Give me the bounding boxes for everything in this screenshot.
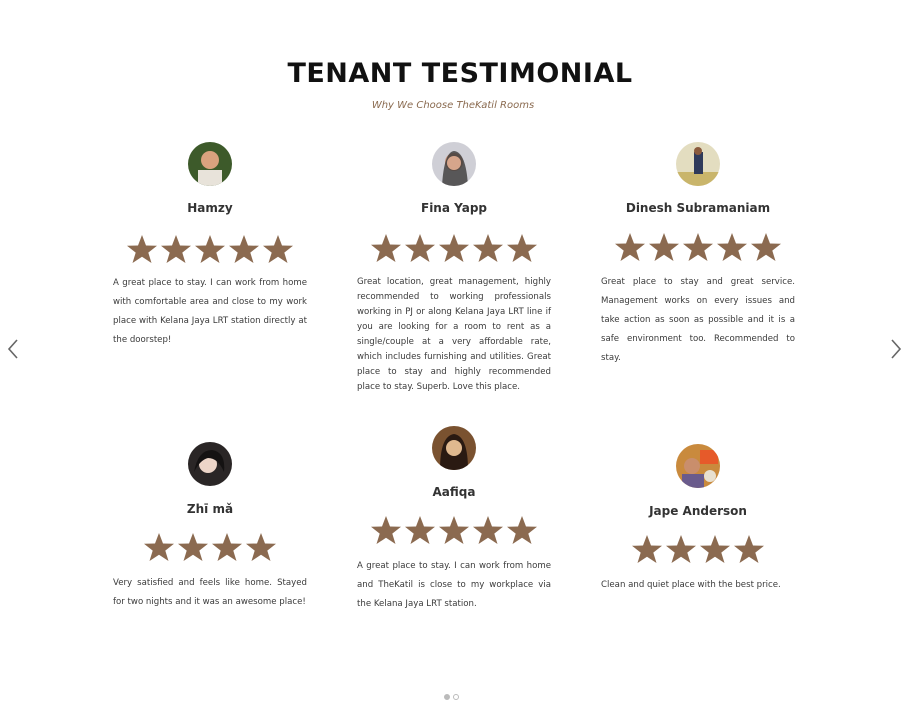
star-icon	[750, 232, 782, 262]
star-icon	[438, 233, 470, 263]
testimonial-text: Very satisfied and feels like home. Stay…	[113, 578, 307, 607]
reviewer-name: Jape Anderson	[649, 504, 747, 518]
star-icon	[614, 232, 646, 262]
reviewer-name: Zhī mǎ	[186, 502, 234, 516]
testimonial-text: A great place to stay. I can work from h…	[357, 561, 551, 609]
star-icon	[404, 233, 436, 263]
star-icon	[665, 534, 697, 564]
star-icon	[194, 234, 226, 264]
section-title: TENANT TESTIMONIAL	[287, 58, 633, 89]
star-icon	[472, 515, 504, 545]
section-subtitle: Why We Choose TheKatil Rooms	[371, 100, 535, 111]
avatar	[676, 142, 720, 186]
star-icon	[370, 233, 402, 263]
reviewer-name: Hamzy	[187, 201, 233, 215]
star-icon	[160, 234, 192, 264]
star-icon	[472, 233, 504, 263]
reviewer-name: Dinesh Subramaniam	[625, 201, 771, 215]
star-rating	[113, 234, 307, 268]
pagination-dot[interactable]	[444, 694, 450, 700]
star-icon	[733, 534, 765, 564]
star-icon	[143, 532, 175, 562]
star-rating	[113, 532, 307, 566]
prev-arrow-icon[interactable]	[4, 338, 24, 360]
reviewer-name: Aafiqa	[432, 485, 476, 499]
pagination-dot[interactable]	[453, 694, 459, 700]
testimonial-text: Great place to stay and great service. M…	[601, 277, 795, 363]
star-rating	[601, 534, 795, 568]
star-icon	[699, 534, 731, 564]
avatar	[188, 142, 232, 186]
star-icon	[682, 232, 714, 262]
star-icon	[404, 515, 436, 545]
star-icon	[648, 232, 680, 262]
avatar	[188, 442, 232, 486]
next-arrow-icon[interactable]	[886, 338, 906, 360]
carousel-pagination	[444, 685, 462, 704]
star-icon	[370, 515, 402, 545]
star-icon	[506, 233, 538, 263]
avatar	[676, 444, 720, 488]
star-icon	[631, 534, 663, 564]
star-icon	[245, 532, 277, 562]
star-icon	[716, 232, 748, 262]
star-icon	[506, 515, 538, 545]
star-icon	[228, 234, 260, 264]
star-icon	[211, 532, 243, 562]
star-rating	[357, 233, 551, 267]
testimonial-text: Clean and quiet place with the best pric…	[601, 580, 781, 590]
star-icon	[177, 532, 209, 562]
star-icon	[262, 234, 294, 264]
star-icon	[438, 515, 470, 545]
testimonial-text: A great place to stay. I can work from h…	[113, 278, 307, 345]
avatar	[432, 426, 476, 470]
star-icon	[126, 234, 158, 264]
testimonial-text: Great location, great management, highly…	[357, 277, 551, 392]
star-rating	[357, 515, 551, 549]
reviewer-name: Fina Yapp	[421, 201, 487, 215]
avatar	[432, 142, 476, 186]
star-rating	[601, 232, 795, 266]
